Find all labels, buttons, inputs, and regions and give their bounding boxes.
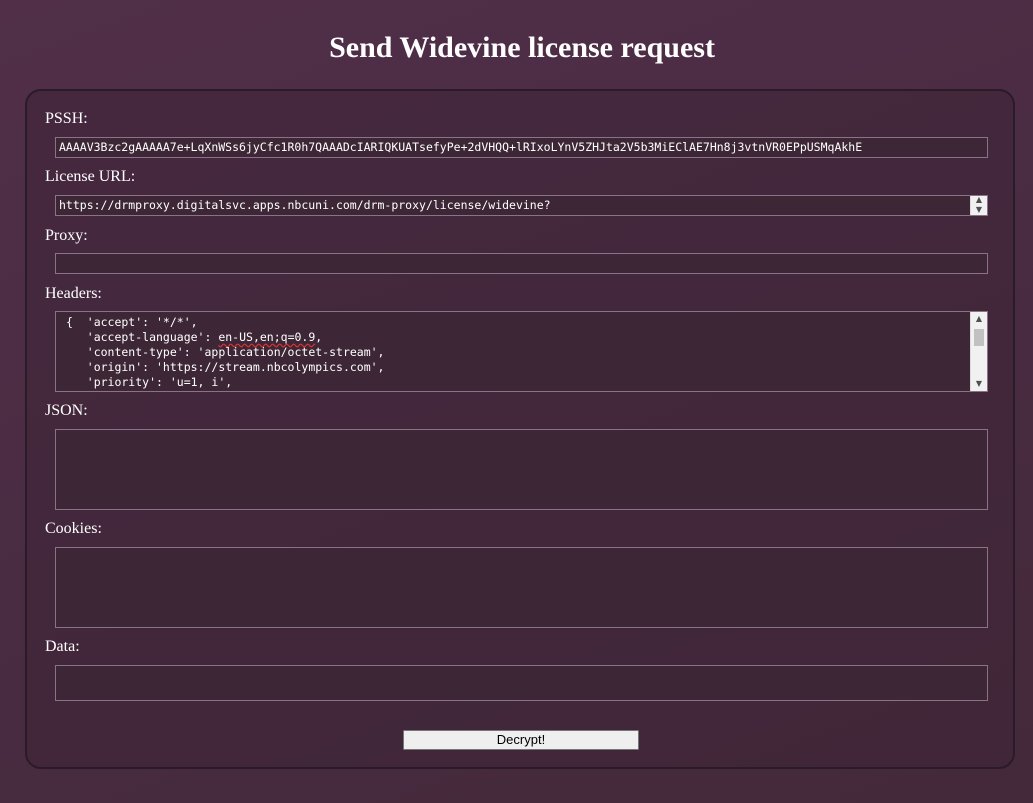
headers-line: 'origin': 'https://stream.nbcolympics.co… [66,360,385,374]
headers-line: 'priority': 'u=1, i', [66,375,233,389]
headers-textarea[interactable]: { 'accept': '*/*', 'accept-language': en… [55,311,988,392]
scroll-up-icon[interactable]: ▲ [971,312,987,326]
license-url-scrollbar[interactable]: ▲ ▼ [970,196,987,215]
headers-line: 'content-type': 'application/octet-strea… [66,345,385,359]
json-textarea[interactable] [55,429,988,510]
pssh-input[interactable]: AAAAV3Bzc2gAAAAA7e+LqXnWSs6jyCfc1R0h7QAA… [55,137,988,158]
proxy-input[interactable] [55,253,988,274]
license-url-label: License URL: [45,168,136,185]
headers-scrollbar[interactable]: ▲ ▼ [970,312,987,391]
headers-label: Headers: [45,285,102,302]
headers-text: { 'accept': '*/*', 'accept-language': en… [66,315,385,390]
decrypt-button[interactable]: Decrypt! [403,730,639,750]
cookies-label: Cookies: [45,520,102,537]
json-label: JSON: [45,402,88,419]
headers-line-tail: , [315,330,323,344]
scroll-down-icon[interactable]: ▼ [971,204,987,215]
scrollbar-thumb[interactable] [974,329,984,346]
license-url-input[interactable]: https://drmproxy.digitalsvc.apps.nbcuni.… [55,195,988,216]
data-textarea[interactable] [55,665,988,701]
scroll-down-icon[interactable]: ▼ [971,377,987,391]
headers-line: { 'accept': '*/*', [66,315,198,329]
pssh-label: PSSH: [45,110,88,127]
headers-line: 'accept-language': [66,330,219,344]
spellcheck-underline: en-US,en;q=0.9 [218,330,316,344]
proxy-label: Proxy: [45,227,88,244]
data-label: Data: [45,638,80,655]
license-url-value: https://drmproxy.digitalsvc.apps.nbcuni.… [59,198,551,212]
cookies-textarea[interactable] [55,547,988,628]
page-title: Send Widevine license request [329,31,715,64]
